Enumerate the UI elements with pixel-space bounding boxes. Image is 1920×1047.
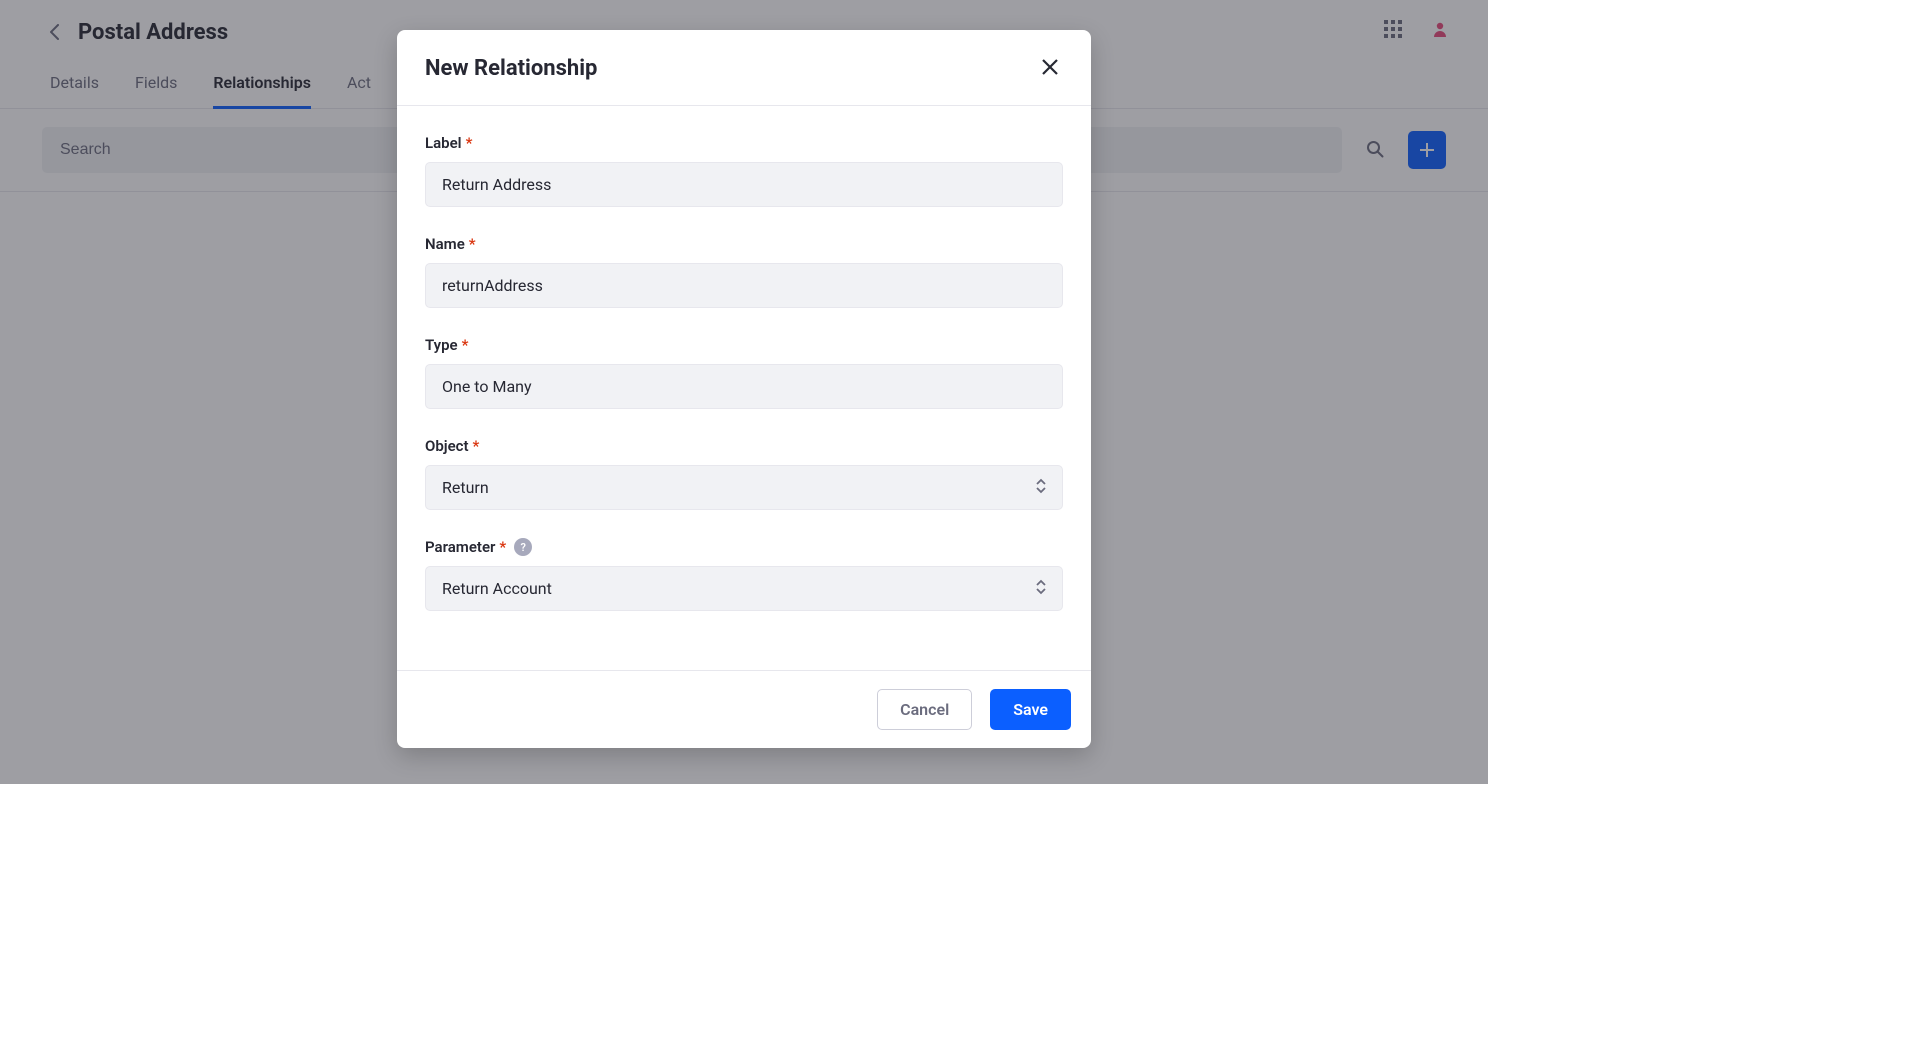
type-field-label: Type * (425, 336, 1063, 354)
required-mark: * (499, 538, 506, 556)
name-input[interactable] (425, 263, 1063, 308)
type-input[interactable] (425, 364, 1063, 409)
new-relationship-modal: New Relationship Label * Name * (397, 30, 1091, 748)
label-field-label: Label * (425, 134, 1063, 152)
save-button[interactable]: Save (990, 689, 1071, 730)
help-icon[interactable]: ? (514, 538, 532, 556)
required-mark: * (462, 336, 469, 354)
name-field-label: Name * (425, 235, 1063, 253)
required-mark: * (469, 235, 476, 253)
close-button[interactable] (1037, 54, 1063, 83)
object-field-label: Object * (425, 437, 1063, 455)
close-icon (1041, 58, 1059, 76)
object-select[interactable]: Return (425, 465, 1063, 510)
required-mark: * (473, 437, 480, 455)
label-input[interactable] (425, 162, 1063, 207)
parameter-select[interactable]: Return Account (425, 566, 1063, 611)
required-mark: * (466, 134, 473, 152)
modal-title: New Relationship (425, 56, 597, 81)
cancel-button[interactable]: Cancel (877, 689, 972, 730)
modal-overlay: New Relationship Label * Name * (0, 0, 1488, 784)
parameter-field-label: Parameter * ? (425, 538, 1063, 556)
